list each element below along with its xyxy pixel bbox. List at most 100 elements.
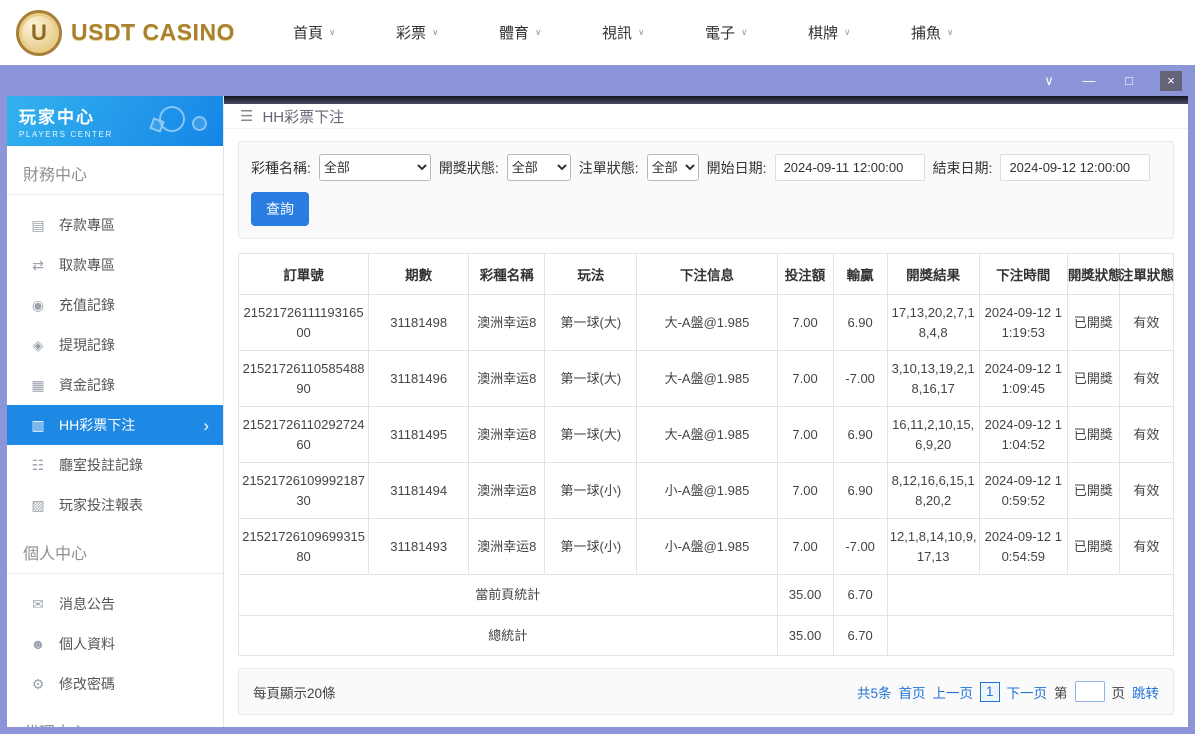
bet-status-select[interactable]: 全部: [646, 154, 699, 181]
sidebar-item-label: 提現記錄: [59, 337, 115, 353]
gear-icon: ⚙: [31, 675, 45, 692]
lottery-name-select[interactable]: 全部: [318, 154, 431, 181]
table-cell: 第一球(大): [544, 350, 638, 407]
nav-item-slots[interactable]: 電子 ∨: [705, 22, 808, 43]
table-cell: 大-A盤@1.985: [636, 406, 778, 463]
table-row: 2152172610999218730 31181494 澳洲幸运8 第一球(小) 小-…: [237, 462, 1175, 519]
table-summary: 當前頁統計 35.00 6.70 總統計 35.00 6.70: [238, 574, 1175, 656]
section-heading: 個人中心: [7, 525, 223, 574]
nav-label: 電子: [704, 25, 735, 42]
nav-label: 捕魚: [910, 25, 941, 42]
end-date-input[interactable]: [1000, 154, 1151, 181]
table-cell: -7.00: [832, 518, 888, 575]
table-cell: 第一球(小): [544, 518, 638, 575]
window-minimize-icon[interactable]: —: [1080, 71, 1098, 91]
table-cell: 澳洲幸运8: [468, 406, 546, 463]
sidebar: 玩家中心 PLAYERS CENTER 財務中心 ▤ 存款專區 ⇄ 取款專區 ◉ 充值記錄 ◈…: [7, 96, 224, 727]
nav-item-fishing[interactable]: 捕魚 ∨: [911, 22, 1014, 43]
filter-row: 彩種名稱: 全部 開獎狀態: 全部 注單狀態: 全部 開始日期: 2024-09…: [251, 154, 1161, 181]
sidebar-item-withdraw[interactable]: ⇄ 取款專區: [7, 245, 223, 285]
table-cell: 2024-09-12 10:54:59: [978, 518, 1068, 575]
summary-row: 當前頁統計 35.00 6.70: [238, 574, 1175, 616]
first-page-link[interactable]: 首页: [898, 682, 925, 702]
page-jump-input[interactable]: [1074, 681, 1105, 702]
table-cell: 已開獎: [1066, 294, 1120, 351]
search-button[interactable]: 查詢: [251, 192, 309, 226]
table-cell: 2024-09-12 11:09:45: [978, 350, 1068, 407]
table-cell: 6.90: [832, 462, 888, 519]
sidebar-item-label: HH彩票下注: [59, 417, 136, 433]
table-cell: 小-A盤@1.985: [636, 518, 778, 575]
player-center-header: 玩家中心 PLAYERS CENTER: [7, 96, 223, 146]
table-header: 訂單號 期數 彩種名稱 玩法 下注信息 投注額 輸贏 開獎結果 下注時間 開獎狀態 注單狀態: [237, 253, 1175, 295]
hall-bet-record-icon: ☷: [31, 456, 45, 473]
summary-winloss-total: 6.70: [832, 574, 888, 616]
filter-panel: 彩種名稱: 全部 開獎狀態: 全部 注單狀態: 全部 開始日期: 2024-09…: [238, 141, 1174, 239]
nav-item-sports[interactable]: 體育 ∨: [499, 22, 602, 43]
nav-item-lottery[interactable]: 彩票 ∨: [396, 22, 499, 43]
window-close-icon[interactable]: ×: [1160, 70, 1182, 91]
sidebar-item-funds-record[interactable]: ▦ 資金記錄: [7, 365, 223, 405]
sidebar-item-label: 廳室投註記錄: [59, 457, 143, 473]
nav-item-live[interactable]: 視訊 ∨: [602, 22, 705, 43]
start-date-input[interactable]: [774, 154, 925, 181]
sidebar-item-label: 充值記錄: [59, 297, 115, 313]
sidebar-item-announcements[interactable]: ✉ 消息公告: [7, 584, 223, 624]
window-body: 玩家中心 PLAYERS CENTER 財務中心 ▤ 存款專區 ⇄ 取款專區 ◉ 充值記錄 ◈…: [7, 96, 1188, 727]
nav-item-home[interactable]: 首頁 ∨: [293, 22, 396, 43]
sidebar-item-hall-bet-records[interactable]: ☷ 廳室投註記錄: [7, 445, 223, 485]
section-heading: 財務中心: [7, 146, 223, 195]
table-cell: 第一球(小): [544, 462, 638, 519]
current-page[interactable]: 1: [979, 681, 1000, 702]
table-header-row: 訂單號 期數 彩種名稱 玩法 下注信息 投注額 輸贏 開獎結果 下注時間 開獎狀態 注單狀態: [237, 253, 1175, 295]
logo[interactable]: U USDT CASINO: [16, 9, 235, 56]
sidebar-item-change-password[interactable]: ⚙ 修改密碼: [7, 664, 223, 704]
table-cell: 澳洲幸运8: [468, 350, 546, 407]
bet-status-label: 注單狀態:: [578, 159, 639, 176]
page-word-prefix: 第: [1054, 685, 1068, 701]
top-shadow-strip: [224, 96, 1188, 105]
sidebar-item-label: 資金記錄: [59, 377, 115, 393]
draw-status-select[interactable]: 全部: [506, 154, 571, 181]
sidebar-item-player-bet-report[interactable]: ▨ 玩家投注報表: [7, 485, 223, 525]
sidebar-item-label: 存款專區: [59, 217, 115, 233]
column-header: 期數: [368, 253, 470, 295]
column-header: 玩法: [544, 253, 638, 295]
column-header: 訂單號: [237, 253, 370, 295]
bets-table: 訂單號 期數 彩種名稱 玩法 下注信息 投注額 輸贏 開獎結果 下注時間 開獎狀態 注單狀態 215…: [237, 253, 1175, 656]
bets-table-wrap: 訂單號 期數 彩種名稱 玩法 下注信息 投注額 輸贏 開獎結果 下注時間 開獎狀態 注單狀態 215…: [237, 253, 1175, 656]
table-cell: 3,10,13,19,2,18,16,17: [886, 350, 980, 407]
lottery-bet-icon: ▥: [31, 416, 45, 433]
deposit-icon: ▤: [31, 216, 45, 233]
table-cell: 第一球(大): [544, 406, 638, 463]
window-collapse-icon[interactable]: ∨: [1040, 71, 1058, 91]
sidebar-item-cashout-record[interactable]: ◈ 提現記錄: [7, 325, 223, 365]
logo-letter: U: [31, 19, 47, 45]
logo-text: USDT CASINO: [71, 19, 235, 45]
breadcrumb: ☰ HH彩票下注: [224, 104, 1188, 129]
table-cell: 7.00: [776, 294, 834, 351]
sidebar-item-profile[interactable]: ☻ 個人資料: [7, 624, 223, 664]
summary-row: 總統計 35.00 6.70: [238, 614, 1175, 656]
summary-label: 當前頁統計: [238, 574, 778, 616]
jump-link[interactable]: 跳转: [1132, 682, 1159, 702]
menu-toggle-icon[interactable]: ☰: [240, 107, 253, 125]
table-cell: 有效: [1118, 406, 1175, 463]
chevron-down-icon: ∨: [431, 27, 439, 37]
chevron-down-icon: ∨: [637, 27, 645, 37]
window-maximize-icon[interactable]: □: [1120, 71, 1138, 91]
prev-page-link[interactable]: 上一页: [932, 682, 973, 702]
table-body: 2152172611119316500 31181498 澳洲幸运8 第一球(大) 大-…: [237, 294, 1175, 575]
table-cell: 31181493: [368, 518, 470, 575]
next-page-link[interactable]: 下一页: [1007, 682, 1048, 702]
page-title: HH彩票下注: [262, 108, 345, 126]
sidebar-item-label: 消息公告: [59, 596, 115, 612]
sidebar-item-hh-lottery-bets[interactable]: ▥ HH彩票下注 ›: [7, 405, 223, 445]
table-row: 2152172611058548890 31181496 澳洲幸运8 第一球(大) 大-…: [237, 350, 1175, 407]
sidebar-item-deposit[interactable]: ▤ 存款專區: [7, 205, 223, 245]
sidebar-item-recharge-record[interactable]: ◉ 充值記錄: [7, 285, 223, 325]
table-cell: 澳洲幸运8: [468, 462, 546, 519]
table-cell: 已開獎: [1066, 518, 1120, 575]
table-cell: 6.90: [832, 294, 888, 351]
nav-item-chess[interactable]: 棋牌 ∨: [808, 22, 911, 43]
